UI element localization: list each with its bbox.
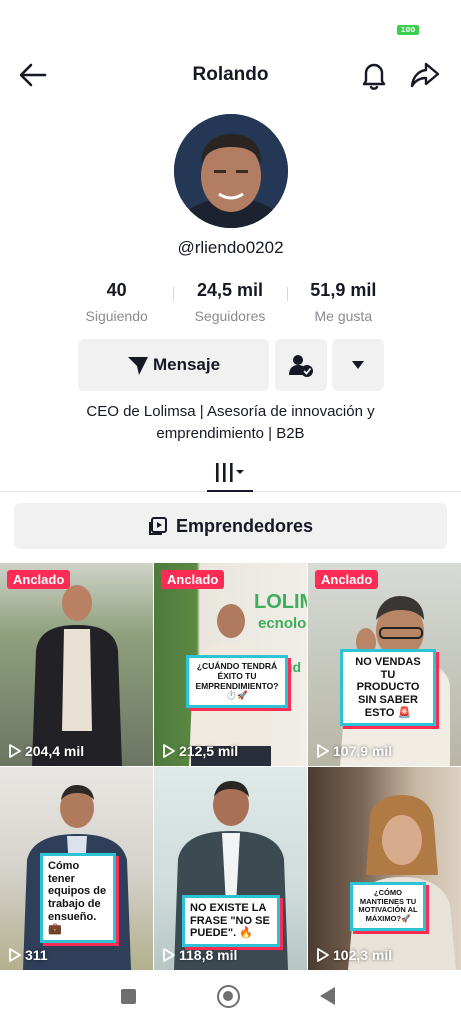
followers-count: 24,5 mil bbox=[196, 280, 264, 300]
play-icon bbox=[163, 948, 175, 962]
top-bar: Rolando bbox=[0, 52, 461, 98]
send-icon bbox=[127, 357, 148, 375]
play-icon bbox=[9, 744, 21, 758]
view-count: 107,9 mil bbox=[316, 743, 392, 759]
view-count-text: 102,3 mil bbox=[333, 947, 393, 963]
bell-icon[interactable] bbox=[360, 60, 388, 90]
avatar[interactable] bbox=[174, 114, 288, 228]
playlist-icon bbox=[148, 517, 167, 535]
play-icon bbox=[317, 948, 329, 962]
play-icon bbox=[9, 948, 21, 962]
username: @rliendo0202 bbox=[177, 238, 284, 257]
stat-likes[interactable]: 51,9 mil Me gusta bbox=[286, 280, 400, 330]
suggested-accounts-button[interactable] bbox=[332, 339, 384, 391]
profile-stats: 40 Siguiendo 24,5 mil Seguidores 51,9 mi… bbox=[60, 280, 400, 330]
video-tile[interactable]: NO EXISTE LA FRASE "NO SE PUEDE". 🔥 118,… bbox=[154, 767, 307, 970]
view-count-text: 204,4 mil bbox=[25, 743, 85, 759]
following-count: 40 bbox=[106, 280, 127, 300]
user-check-icon bbox=[289, 355, 313, 377]
message-button[interactable]: Mensaje bbox=[78, 339, 269, 391]
video-tile[interactable]: LOLIM ecnolog ud ¿CUÁNDO TENDRÁ ÉXITO TU… bbox=[154, 563, 307, 766]
likes-label: Me gusta bbox=[314, 308, 373, 324]
stat-divider bbox=[286, 287, 288, 301]
home-icon[interactable] bbox=[217, 985, 240, 1008]
stat-divider bbox=[173, 287, 175, 301]
playlist-button[interactable]: Emprendedores bbox=[14, 503, 447, 549]
content-tabs bbox=[0, 452, 461, 492]
view-count-text: 212,5 mil bbox=[179, 743, 239, 759]
following-label: Siguiendo bbox=[85, 308, 148, 324]
video-caption: ¿CUÁNDO TENDRÁ ÉXITO TU EMPRENDIMIENTO? … bbox=[186, 655, 288, 709]
status-bar: 100 bbox=[0, 0, 461, 52]
view-count-text: 311 bbox=[25, 947, 48, 963]
view-count-text: 118,8 mil bbox=[179, 947, 238, 963]
tab-indicator bbox=[207, 490, 253, 492]
caret-down-icon bbox=[352, 361, 364, 369]
video-tile[interactable]: Anclado 204,4 mil bbox=[0, 563, 153, 766]
following-status-button[interactable] bbox=[275, 339, 327, 391]
view-count: 118,8 mil bbox=[162, 947, 237, 963]
view-count: 204,4 mil bbox=[8, 743, 84, 759]
video-tile[interactable]: NO VENDAS TU PRODUCTO SIN SABER ESTO 🚨 A… bbox=[308, 563, 461, 766]
bio-line: CEO de Lolimsa | Asesoría de innovación … bbox=[86, 403, 375, 420]
profile-bio: CEO de Lolimsa | Asesoría de innovación … bbox=[30, 401, 431, 445]
likes-count: 51,9 mil bbox=[310, 280, 377, 300]
play-icon bbox=[317, 744, 329, 758]
playlist-label: Emprendedores bbox=[175, 515, 314, 536]
pinned-badge: Anclado bbox=[315, 570, 379, 589]
back-triangle-icon[interactable] bbox=[320, 987, 335, 1005]
play-icon bbox=[163, 744, 175, 758]
video-caption: NO EXISTE LA FRASE "NO SE PUEDE". 🔥 bbox=[182, 895, 280, 947]
message-label: Mensaje bbox=[152, 355, 221, 374]
view-count-text: 107,9 mil bbox=[333, 743, 393, 759]
followers-label: Seguidores bbox=[194, 308, 266, 324]
person-image bbox=[31, 585, 122, 766]
video-caption: NO VENDAS TU PRODUCTO SIN SABER ESTO 🚨 bbox=[340, 649, 436, 727]
video-caption: ¿CÓMO MANTIENES TU MOTIVACIÓN AL MÁXIMO?… bbox=[350, 882, 426, 931]
recents-icon[interactable] bbox=[121, 989, 136, 1004]
video-tile[interactable]: Cómo tener equipos de trabajo de ensueño… bbox=[0, 767, 153, 970]
tab-videos[interactable] bbox=[207, 452, 253, 492]
share-icon[interactable] bbox=[410, 60, 440, 90]
pinned-badge: Anclado bbox=[161, 570, 225, 589]
pinned-badge: Anclado bbox=[7, 570, 71, 589]
video-caption: Cómo tener equipos de trabajo de ensueño… bbox=[40, 853, 116, 943]
stat-following[interactable]: 40 Siguiendo bbox=[60, 280, 173, 330]
stat-followers[interactable]: 24,5 mil Seguidores bbox=[173, 280, 286, 330]
view-count: 311 bbox=[8, 947, 48, 963]
battery-icon: 100 bbox=[397, 25, 419, 35]
view-count: 212,5 mil bbox=[162, 743, 238, 759]
video-grid: Anclado 204,4 mil LOLIM ecnolog ud ¿CUÁN… bbox=[0, 563, 461, 970]
system-nav-bar bbox=[0, 970, 461, 1024]
bio-line: emprendimiento | B2B bbox=[156, 425, 305, 442]
grid-icon bbox=[216, 463, 244, 482]
video-tile[interactable]: ¿CÓMO MANTIENES TU MOTIVACIÓN AL MÁXIMO?… bbox=[308, 767, 461, 970]
page-title: Rolando bbox=[192, 64, 269, 85]
view-count: 102,3 mil bbox=[316, 947, 392, 963]
avatar-image bbox=[174, 114, 288, 228]
